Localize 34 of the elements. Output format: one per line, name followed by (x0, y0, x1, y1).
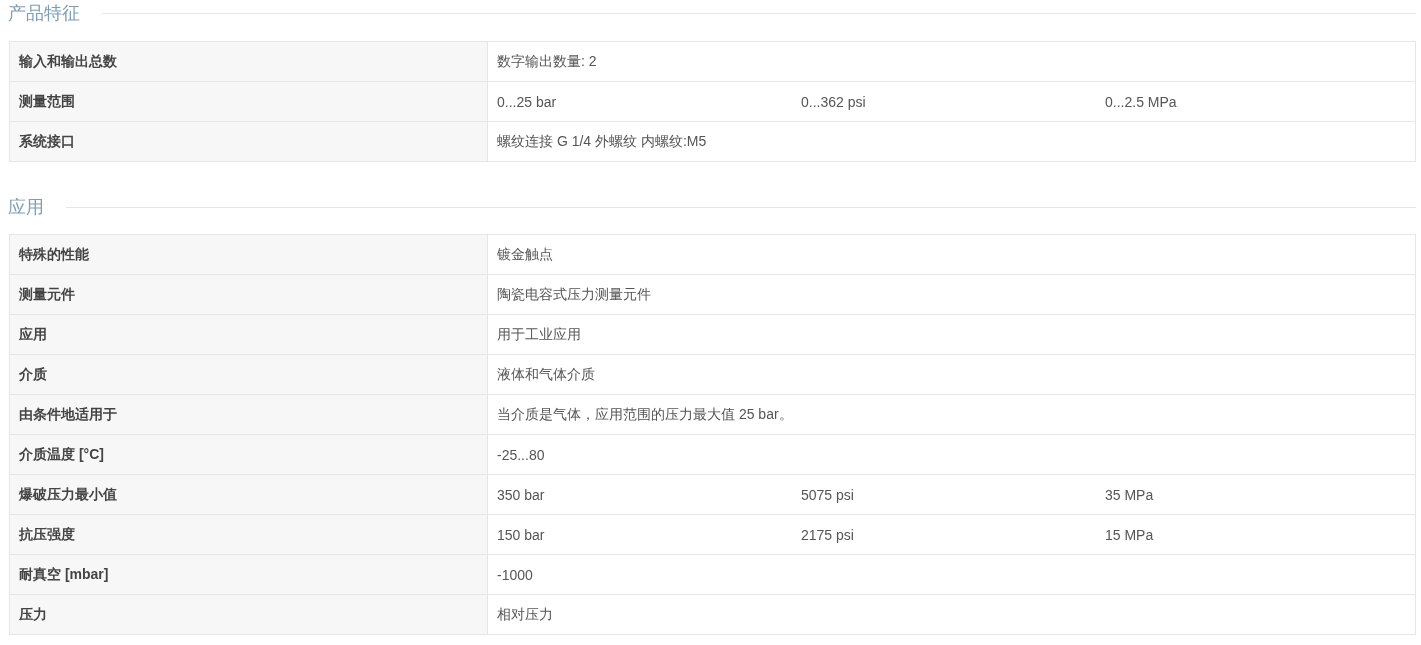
label-cell: 应用 (10, 315, 488, 354)
value-text: 350 bar (497, 486, 546, 503)
section-title: 产品特征 (8, 2, 80, 25)
value-text: 螺纹连接 G 1/4 外螺纹 内螺纹:M5 (497, 132, 707, 151)
value-text: 当介质是气体，应用范围的压力最大值 25 bar。 (497, 405, 793, 424)
value-text: 2175 psi (801, 526, 855, 543)
label-cell: 抗压强度 (10, 515, 488, 554)
label-cell: 特殊的性能 (10, 235, 488, 274)
value-text: 镀金触点 (497, 245, 553, 264)
value-text: -25...80 (497, 446, 545, 463)
value-text: 0...362 psi (801, 93, 867, 110)
section-title: 应用 (8, 196, 44, 219)
value-text: 5075 psi (801, 486, 855, 503)
label-cell: 系统接口 (10, 122, 488, 161)
value-text: 相对压力 (497, 605, 553, 624)
value-text: 液体和气体介质 (497, 365, 595, 384)
label-cell: 由条件地适用于 (10, 395, 488, 434)
label-cell: 测量范围 (10, 82, 488, 121)
label-cell: 输入和输出总数 (10, 42, 488, 81)
value-text: 数字输出数量: 2 (497, 52, 597, 71)
value-text: -1000 (497, 566, 533, 583)
value-text: 0...2.5 MPa (1105, 93, 1178, 110)
value-text: 0...25 bar (497, 93, 558, 110)
label-cell: 压力 (10, 595, 488, 634)
value-text: 15 MPa (1105, 526, 1155, 543)
value-text: 用于工业应用 (497, 325, 581, 344)
value-text: 陶瓷电容式压力测量元件 (497, 285, 651, 304)
label-cell: 介质温度 [°C] (10, 435, 488, 474)
value-text: 150 bar (497, 526, 546, 543)
value-text: 35 MPa (1105, 486, 1155, 503)
label-cell: 耐真空 [mbar] (10, 555, 488, 594)
label-cell: 介质 (10, 355, 488, 394)
label-cell: 爆破压力最小值 (10, 475, 488, 514)
label-cell: 测量元件 (10, 275, 488, 314)
